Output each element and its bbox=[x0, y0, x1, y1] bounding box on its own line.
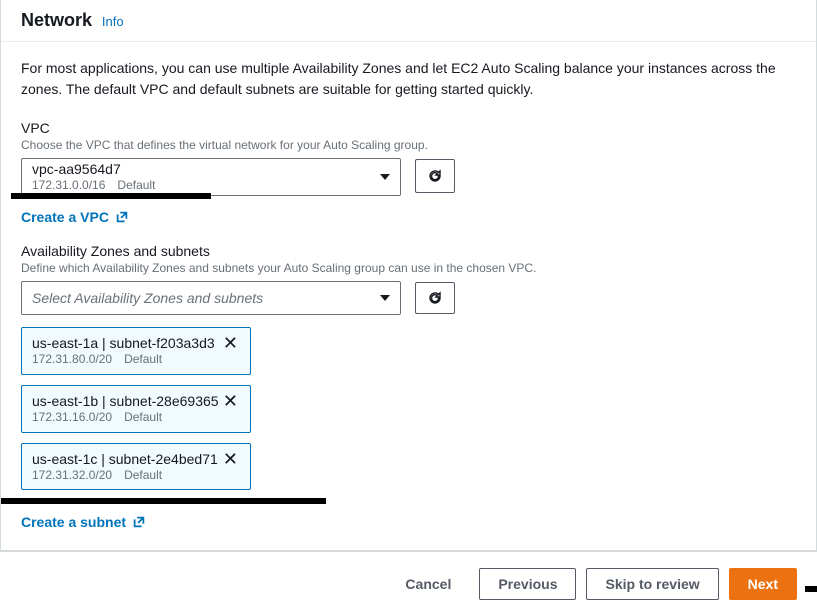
close-icon[interactable]: ✕ bbox=[221, 392, 240, 410]
close-icon[interactable]: ✕ bbox=[221, 334, 240, 352]
refresh-icon bbox=[427, 168, 443, 184]
az-placeholder: Select Availability Zones and subnets bbox=[32, 290, 263, 306]
subnet-chip-cidr: 172.31.80.0/20 bbox=[32, 352, 112, 366]
close-icon[interactable]: ✕ bbox=[221, 450, 240, 468]
az-refresh-button[interactable] bbox=[415, 282, 455, 314]
next-button[interactable]: Next bbox=[729, 568, 797, 600]
intro-text: For most applications, you can use multi… bbox=[21, 58, 796, 100]
create-vpc-link[interactable]: Create a VPC bbox=[21, 209, 129, 225]
az-label: Availability Zones and subnets bbox=[21, 243, 796, 259]
vpc-selected-tag: Default bbox=[117, 178, 155, 192]
previous-button[interactable]: Previous bbox=[479, 568, 576, 600]
subnet-chip-tag: Default bbox=[124, 468, 162, 482]
subnet-chip: us-east-1b | subnet-28e69365172.31.16.0/… bbox=[21, 385, 251, 433]
vpc-label: VPC bbox=[21, 120, 796, 136]
subnet-chip: us-east-1a | subnet-f203a3d3172.31.80.0/… bbox=[21, 327, 251, 375]
vpc-selected-id: vpc-aa9564d7 bbox=[32, 161, 155, 178]
subnet-chip-title: us-east-1c | subnet-2e4bed71 bbox=[32, 450, 218, 468]
external-link-icon bbox=[115, 210, 129, 224]
subnet-chip-title: us-east-1b | subnet-28e69365 bbox=[32, 392, 219, 410]
chevron-down-icon bbox=[380, 295, 390, 301]
create-subnet-link[interactable]: Create a subnet bbox=[21, 514, 146, 530]
subnet-chip-title: us-east-1a | subnet-f203a3d3 bbox=[32, 334, 215, 352]
vpc-selected-cidr: 172.31.0.0/16 bbox=[32, 178, 105, 192]
vpc-refresh-button[interactable] bbox=[415, 159, 455, 193]
subnet-chip-tag: Default bbox=[124, 352, 162, 366]
skip-to-review-button[interactable]: Skip to review bbox=[586, 568, 718, 600]
redaction-bar bbox=[1, 498, 326, 504]
az-desc: Define which Availability Zones and subn… bbox=[21, 261, 796, 275]
cancel-button[interactable]: Cancel bbox=[387, 568, 469, 600]
section-title: Network bbox=[21, 10, 92, 30]
subnet-chip-cidr: 172.31.32.0/20 bbox=[32, 468, 112, 482]
vpc-desc: Choose the VPC that defines the virtual … bbox=[21, 138, 796, 152]
refresh-icon bbox=[427, 290, 443, 306]
az-select[interactable]: Select Availability Zones and subnets bbox=[21, 281, 401, 315]
external-link-icon bbox=[132, 515, 146, 529]
redaction-bar bbox=[805, 586, 817, 592]
subnet-chip: us-east-1c | subnet-2e4bed71172.31.32.0/… bbox=[21, 443, 251, 491]
subnet-chip-tag: Default bbox=[124, 410, 162, 424]
vpc-select[interactable]: vpc-aa9564d7 172.31.0.0/16 Default bbox=[21, 158, 401, 196]
redaction-bar bbox=[11, 193, 211, 199]
create-subnet-link-text: Create a subnet bbox=[21, 514, 126, 530]
chevron-down-icon bbox=[380, 174, 390, 180]
create-vpc-link-text: Create a VPC bbox=[21, 209, 109, 225]
info-link[interactable]: Info bbox=[102, 14, 124, 29]
subnet-chip-cidr: 172.31.16.0/20 bbox=[32, 410, 112, 424]
